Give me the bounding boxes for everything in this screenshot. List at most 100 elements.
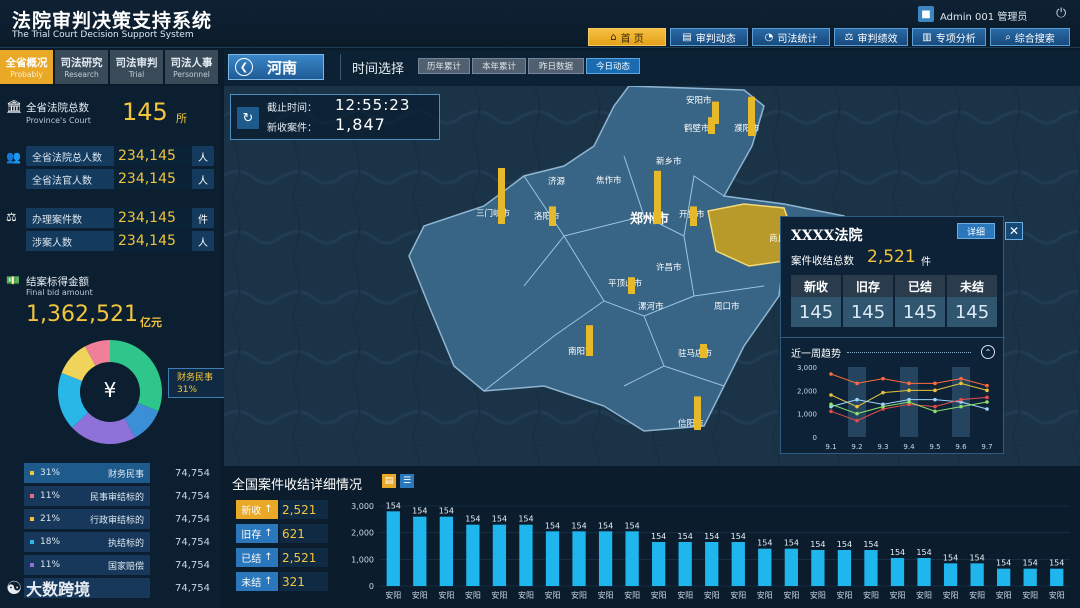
left-panel: 🏛 全省法院总数 Province's Court 145 所 👥 全省法院总人… bbox=[0, 86, 234, 608]
detail-button[interactable]: 详细 bbox=[957, 223, 995, 239]
collapse-icon[interactable]: ⌃ bbox=[981, 345, 995, 359]
trend-point bbox=[907, 388, 911, 393]
legend-3[interactable]: 未结 ↑ bbox=[236, 572, 278, 591]
deadline-label: 截止时间： bbox=[267, 103, 317, 114]
legend-2[interactable]: 已结 ↑ bbox=[236, 548, 278, 567]
bid-value: 74,754 bbox=[175, 559, 210, 571]
stat-label: 涉案人数 bbox=[32, 237, 72, 249]
trend-point bbox=[933, 381, 937, 386]
nav-book[interactable]: ▥ 专项分析 bbox=[912, 28, 986, 46]
legend-label: 已结 bbox=[241, 554, 262, 565]
detail-cell-num: 145 bbox=[947, 297, 997, 327]
time-tab-0[interactable]: 历年累计 bbox=[418, 58, 470, 74]
watermark: ☯ 大数跨境 bbox=[6, 576, 90, 600]
region-back-button[interactable]: ❮ 河南 bbox=[228, 54, 324, 80]
city-bar bbox=[498, 168, 505, 224]
bar-value-label: 154 bbox=[810, 540, 825, 549]
bid-pct: 11% bbox=[40, 491, 61, 501]
bar-value-label: 154 bbox=[757, 539, 772, 548]
list-icon[interactable]: ☰ bbox=[400, 474, 414, 488]
legend-value: 2,521 bbox=[280, 500, 328, 519]
time-select-label: 时间选择 bbox=[352, 62, 405, 77]
bar bbox=[837, 550, 852, 586]
bullet-icon bbox=[30, 540, 34, 544]
stat-row: 全省法院总人数 234,145 人 bbox=[26, 146, 214, 166]
time-tab-2[interactable]: 昨日数据 bbox=[528, 58, 584, 74]
city-bar bbox=[628, 277, 635, 294]
bar-ytick: 0 bbox=[369, 582, 374, 591]
trend-point bbox=[959, 376, 963, 381]
left-tab-2[interactable]: 司法审判 Trial bbox=[110, 50, 164, 84]
trend-point bbox=[933, 409, 937, 414]
bullet-icon bbox=[30, 494, 34, 498]
bid-name: 民事审结标的 bbox=[89, 492, 144, 503]
stat-value: 234,145 bbox=[114, 208, 192, 228]
power-icon[interactable]: ⏻ bbox=[1056, 6, 1066, 21]
trend-xtick: 9.1 bbox=[825, 443, 836, 451]
detail-cell-num: 145 bbox=[895, 297, 945, 327]
nav-scale[interactable]: ⚖ 审判绩效 bbox=[834, 28, 908, 46]
city-label: 济源 bbox=[548, 176, 566, 187]
trend-xtick: 9.4 bbox=[903, 443, 915, 451]
city-bar bbox=[748, 96, 755, 136]
city-label: 平顶山市 bbox=[608, 278, 643, 289]
nav-pie[interactable]: ◔ 司法统计 bbox=[752, 28, 830, 46]
bar-category-label: 安阳 bbox=[624, 590, 640, 600]
total-unit: 件 bbox=[921, 257, 931, 268]
nav-label: 审判动态 bbox=[695, 33, 736, 45]
bid-row-cell: 18% 执结标的 bbox=[24, 532, 150, 552]
tab-sub: Probably bbox=[10, 70, 43, 79]
bid-row-cell: 11% 国家赔偿 bbox=[24, 555, 150, 575]
legend-1[interactable]: 旧存 ↑ bbox=[236, 524, 278, 543]
trend-chart: 3,000 2,000 1,000 0 9.1 9.2 9.3 9.4 9.5 9.6 9.7 bbox=[797, 364, 993, 451]
legend-0[interactable]: 新收 ↑ bbox=[236, 500, 278, 519]
trend-point bbox=[855, 381, 859, 386]
close-icon[interactable]: ✕ bbox=[1005, 222, 1023, 240]
legend-label: 旧存 bbox=[241, 530, 262, 541]
bar-category-label: 安阳 bbox=[465, 590, 481, 600]
user-icon[interactable]: ■ bbox=[918, 6, 934, 22]
bar-ytick: 3,000 bbox=[351, 502, 374, 511]
detail-stats: 新收 145 旧存 145 已结 145 未结 145 bbox=[791, 275, 997, 331]
bar-category-label: 安阳 bbox=[412, 590, 428, 600]
bar-value-label: 154 bbox=[996, 559, 1011, 568]
user-name[interactable]: Admin 001 管理员 bbox=[940, 8, 1027, 23]
courts-unit: 所 bbox=[176, 112, 187, 125]
time-tab-3[interactable]: 今日动态 bbox=[586, 58, 640, 74]
tab-sub: Trial bbox=[128, 70, 145, 79]
trend-xtick: 9.2 bbox=[851, 443, 862, 451]
bid-name: 国家赔偿 bbox=[107, 561, 144, 572]
nav-search[interactable]: ⌕ 综合搜索 bbox=[990, 28, 1070, 46]
city-label: 鹤壁市 bbox=[684, 123, 710, 134]
left-tab-3[interactable]: 司法人事 Personnel bbox=[165, 50, 219, 84]
bid-value: 74,754 bbox=[175, 513, 210, 525]
back-arrow-icon: ❮ bbox=[235, 58, 253, 76]
left-tab-1[interactable]: 司法研究 Research bbox=[55, 50, 109, 84]
trend-band bbox=[848, 367, 866, 437]
bar-value-label: 154 bbox=[545, 521, 560, 530]
nav-home[interactable]: ⌂ 首 页 bbox=[588, 28, 666, 46]
bar-category-label: 安阳 bbox=[438, 590, 454, 600]
time-tab-1[interactable]: 本年累计 bbox=[472, 58, 526, 74]
bar bbox=[784, 548, 798, 586]
city-label: 新乡市 bbox=[656, 156, 682, 167]
nav-label: 司法统计 bbox=[777, 33, 818, 45]
city-label: 洛阳市 bbox=[534, 211, 560, 222]
book-icon: ▥ bbox=[922, 31, 932, 43]
bar-chart-icon[interactable]: ▤ bbox=[382, 474, 396, 488]
bar-category-label: 安阳 bbox=[598, 590, 614, 600]
detail-cell: 新收 145 bbox=[791, 275, 841, 329]
nav-document[interactable]: ▤ 审判动态 bbox=[670, 28, 748, 46]
stat-label: 全省法院总人数 bbox=[32, 152, 102, 164]
bar-value-label: 154 bbox=[784, 539, 799, 548]
up-arrow-icon: ↑ bbox=[264, 504, 273, 515]
nav-label: 综合搜索 bbox=[1014, 33, 1055, 45]
scale-icon: ⚖ bbox=[844, 31, 854, 43]
bar-category-label: 安阳 bbox=[518, 590, 534, 600]
refresh-icon[interactable]: ↻ bbox=[237, 107, 259, 129]
bar bbox=[1050, 568, 1064, 586]
left-tab-0[interactable]: 全省概况 Probably bbox=[0, 50, 54, 84]
tab-label: 全省概况 bbox=[5, 57, 48, 69]
city-bar bbox=[586, 325, 593, 356]
new-cases-label: 新收案件： bbox=[267, 123, 317, 134]
